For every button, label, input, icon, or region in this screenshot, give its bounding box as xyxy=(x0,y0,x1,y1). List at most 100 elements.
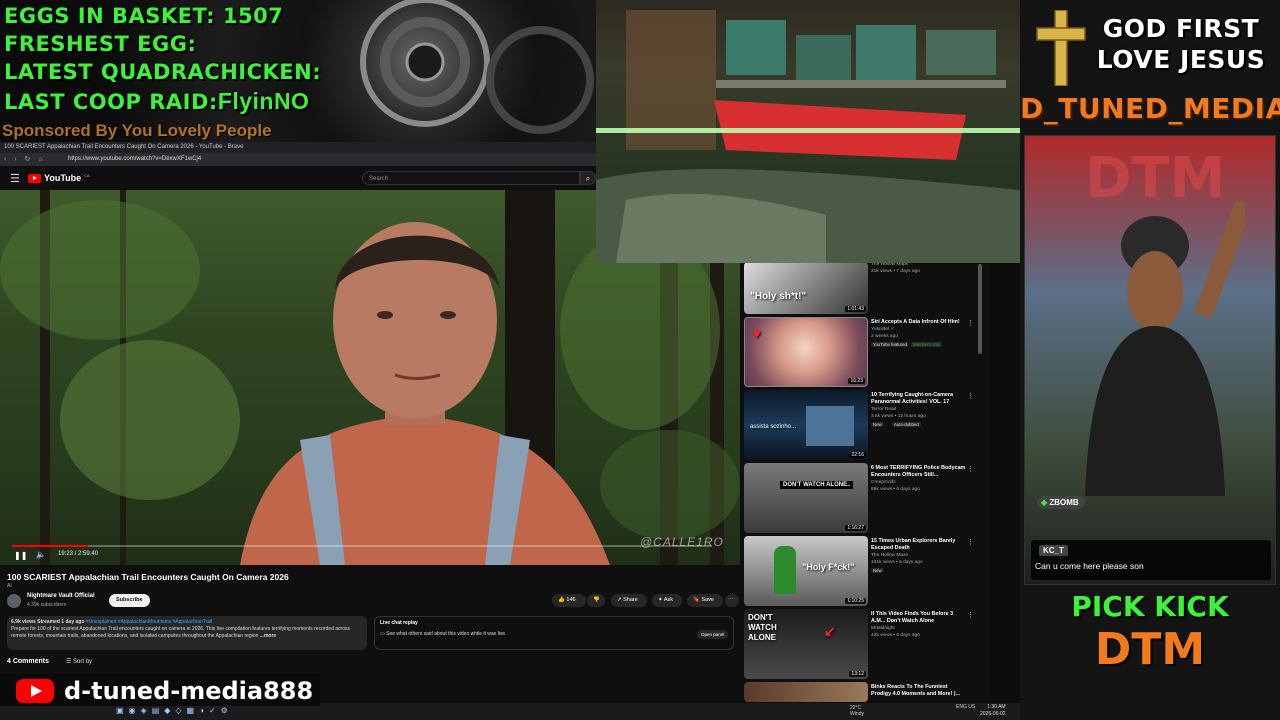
stat-freshest-egg: FRESHEST EGG: xyxy=(4,32,197,56)
rec-title: 15 Times Urban Explorers Barely Escaped … xyxy=(871,538,956,551)
language-indicator[interactable]: ENG US xyxy=(956,704,976,711)
subscribe-button[interactable]: Subscribe xyxy=(109,594,150,607)
youtube-logo-text: YouTube xyxy=(44,173,82,183)
room-webcam xyxy=(596,0,1020,263)
recommendation-item[interactable]: assista sozinho... 22:16 10 Terrifying C… xyxy=(744,390,980,460)
video-thumbnail[interactable]: DON'T WATCH ALONE.. 1:16:27 xyxy=(744,463,868,533)
more-options-icon[interactable]: ⋮ xyxy=(967,611,974,619)
video-thumbnail[interactable]: "Holy F*ck!" 1:10:25 xyxy=(744,536,868,606)
more-options-icon[interactable]: ⋮ xyxy=(967,465,974,473)
description-more[interactable]: ...more xyxy=(260,633,276,639)
rec-title: 6 Most TERRIFYING Police Bodycam Encount… xyxy=(871,465,966,478)
live-chat-replay: Live chat replay ▭ See what others said … xyxy=(374,616,734,650)
share-button[interactable]: ↗ Share xyxy=(611,594,647,607)
youtube-handle-banner: d-tuned-media888 xyxy=(0,674,320,706)
progress-bar[interactable] xyxy=(12,545,712,547)
chat-text: Can u come here please son xyxy=(1035,561,1144,571)
foliage xyxy=(0,200,200,340)
search-input[interactable]: Search xyxy=(362,171,580,185)
open-panel-button[interactable]: Open panel xyxy=(697,630,729,639)
rec-channel: The Hollow Maze xyxy=(871,553,909,558)
weather-widget[interactable]: 22°C Windy xyxy=(850,705,864,717)
ask-button[interactable]: ✦ Ask xyxy=(652,594,682,607)
hubcap-graphic xyxy=(360,0,594,134)
taskbar-clock[interactable]: 1:30 AM 2026-06-02 xyxy=(980,704,1006,718)
rec-badge: YouTube featured xyxy=(871,342,909,347)
thumbs-down-icon: 👎 xyxy=(593,597,600,603)
description-tags[interactable]: #Unexplained #AppalachianMountains #Appa… xyxy=(86,619,213,625)
thumbnail-caption: DON'T WATCH ALONE xyxy=(748,613,777,642)
youtube-play-icon xyxy=(28,173,41,183)
rec-badge: New xyxy=(871,568,884,573)
more-options-icon[interactable]: ⋮ xyxy=(967,392,974,400)
chat-message-kc: KC_T Can u come here please son xyxy=(1031,540,1271,580)
search-icon[interactable]: ⌕ xyxy=(580,171,596,185)
video-thumbnail[interactable]: ♥ 16:23 xyxy=(744,317,868,387)
channel-avatar[interactable] xyxy=(7,594,21,608)
rec-channel: CreepsVids xyxy=(871,480,896,485)
dislike-button[interactable]: 👎 xyxy=(587,594,605,607)
person-figure xyxy=(774,546,796,594)
video-controls: ❚❚ 🔈 19:23 / 2:59:40 xyxy=(0,545,740,565)
video-duration: 1:16:27 xyxy=(845,525,866,531)
thumbnail-caption: "Holy F*ck!" xyxy=(802,562,855,572)
recommendation-item[interactable]: ♥ 16:23 Siri Accepts A Data Infront Of H… xyxy=(744,317,980,387)
arrow-icon: ↙ xyxy=(824,623,836,639)
hiker-figure xyxy=(240,222,610,565)
video-thumbnail[interactable]: "Holy sh*t!" 1:01:43 xyxy=(744,262,868,314)
channel-name[interactable]: Nightmare Vault Official xyxy=(27,593,95,599)
description-box[interactable]: 6.9k views Streamed 1 day ago #Unexplain… xyxy=(7,616,367,650)
hamburger-menu-icon[interactable]: ☰ xyxy=(10,172,20,185)
subscriber-count: 4.39k subscribers xyxy=(27,602,67,608)
video-title: 100 SCARIEST Appalachian Trail Encounter… xyxy=(7,572,289,582)
rec-meta: 42k views • 6 days ago xyxy=(871,633,920,638)
thumbnail-caption: DON'T WATCH ALONE.. xyxy=(780,481,854,489)
sort-button[interactable]: ☰ Sort by xyxy=(66,658,92,665)
recommendation-item[interactable]: Binks Reacts To The Funniest Prodigy 4.0… xyxy=(744,682,980,702)
pause-icon[interactable]: ❚❚ xyxy=(14,551,27,560)
rec-meta: 21k views • 7 days ago xyxy=(871,269,920,274)
youtube-header: ☰ YouTube CA Search ⌕ xyxy=(0,166,600,190)
youtube-country-code: CA xyxy=(84,173,90,178)
taskbar-app-icons[interactable]: ▣◉◈▤◆◇▦◑✓⚙ xyxy=(116,706,233,715)
progress-fill xyxy=(12,545,88,547)
save-button[interactable]: 🔖 Save xyxy=(687,594,723,607)
url-bar[interactable]: ‹ › ↻ ⌂ https://www.youtube.com/watch?v=… xyxy=(0,153,596,166)
auto-dubbed-badge: Auto-dubbed xyxy=(892,422,921,427)
rec-meta: 3.6k views • 12 hours ago xyxy=(871,414,926,419)
video-thumbnail[interactable]: assista sozinho... 22:16 xyxy=(744,390,868,460)
members-only-badge: Members only xyxy=(911,342,942,347)
chat-message-zbomb: ◈ ZBOMB xyxy=(1037,496,1085,509)
god-first-text: GOD FIRST xyxy=(1102,14,1260,43)
sort-icon: ☰ xyxy=(66,659,74,665)
recommendation-item[interactable]: DON'T WATCH ALONE.. 1:16:27 6 Most TERRI… xyxy=(744,463,980,533)
video-thumbnail[interactable]: DON'T WATCH ALONE ↙ 13:12 xyxy=(744,609,868,679)
nav-buttons-icon[interactable]: ‹ › ↻ ⌂ xyxy=(4,153,46,166)
rec-channel: MrMidnight xyxy=(871,626,895,631)
rec-channel: Terror Read xyxy=(871,407,897,412)
video-duration: 22:16 xyxy=(849,452,866,458)
more-options-icon[interactable]: ⋮ xyxy=(967,319,974,327)
ai-label: AI xyxy=(7,583,12,589)
more-options-icon[interactable]: ⋮ xyxy=(967,538,974,546)
recommendation-item[interactable]: DON'T WATCH ALONE ↙ 13:12 If This Video … xyxy=(744,609,980,679)
rec-title: Binks Reacts To The Funniest Prodigy 4.0… xyxy=(871,684,960,697)
volume-icon[interactable]: 🔈 xyxy=(36,550,46,559)
recommendation-item[interactable]: "Holy F*ck!" 1:10:25 15 Times Urban Expl… xyxy=(744,536,980,606)
streamer-figure xyxy=(1085,199,1245,496)
like-button[interactable]: 👍 146 xyxy=(552,594,586,607)
video-duration: 13:12 xyxy=(849,671,866,677)
stat-last-coop-raid: LAST COOP RAID:FlyinNO xyxy=(4,88,310,114)
heart-icon: ♥ xyxy=(753,326,761,341)
stat-latest-quadrachicken: LATEST QUADRACHICKEN: xyxy=(4,60,322,84)
more-actions-icon[interactable]: ⋯ xyxy=(725,594,739,607)
youtube-logo-icon xyxy=(16,679,54,703)
chat-replay-title: Live chat replay xyxy=(380,620,418,626)
browser-tab[interactable]: 100 SCARIEST Appalachian Trail Encounter… xyxy=(0,142,596,153)
youtube-logo[interactable]: YouTube CA xyxy=(28,173,90,183)
brand-title: D_TUNED_MEDIA xyxy=(1020,92,1280,125)
video-duration: 1:10:25 xyxy=(845,598,866,604)
url-text[interactable]: https://www.youtube.com/watch?v=DexwXF1w… xyxy=(68,153,201,166)
video-thumbnail[interactable] xyxy=(744,682,868,702)
thumbnail-caption: "Holy sh*t!" xyxy=(750,291,807,302)
